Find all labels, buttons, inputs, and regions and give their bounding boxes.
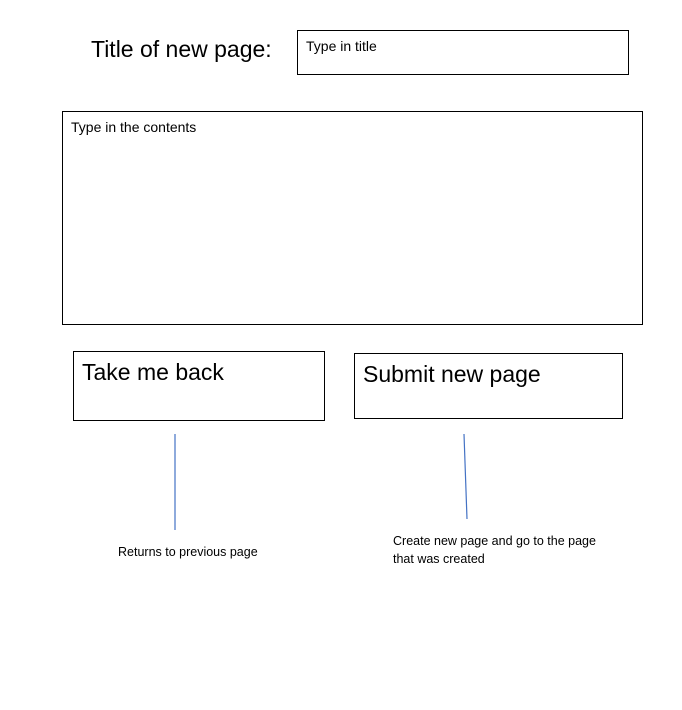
title-input[interactable]: Type in title <box>297 30 629 75</box>
submit-annotation-line <box>463 433 468 520</box>
submit-annotation-line-1: Create new page and go to the page <box>393 534 596 548</box>
contents-input-placeholder: Type in the contents <box>71 119 197 135</box>
take-me-back-button[interactable]: Take me back <box>73 351 325 421</box>
submit-annotation-line-2: that was created <box>393 552 485 566</box>
take-me-back-button-label: Take me back <box>82 359 224 385</box>
submit-new-page-button-label: Submit new page <box>363 361 541 387</box>
back-button-annotation: Returns to previous page <box>118 545 258 559</box>
title-input-placeholder: Type in title <box>306 38 377 54</box>
page-title-label: Title of new page: <box>91 36 272 62</box>
contents-input[interactable]: Type in the contents <box>62 111 643 325</box>
submit-new-page-button[interactable]: Submit new page <box>354 353 623 419</box>
submit-button-annotation: Create new page and go to the page that … <box>393 532 633 568</box>
